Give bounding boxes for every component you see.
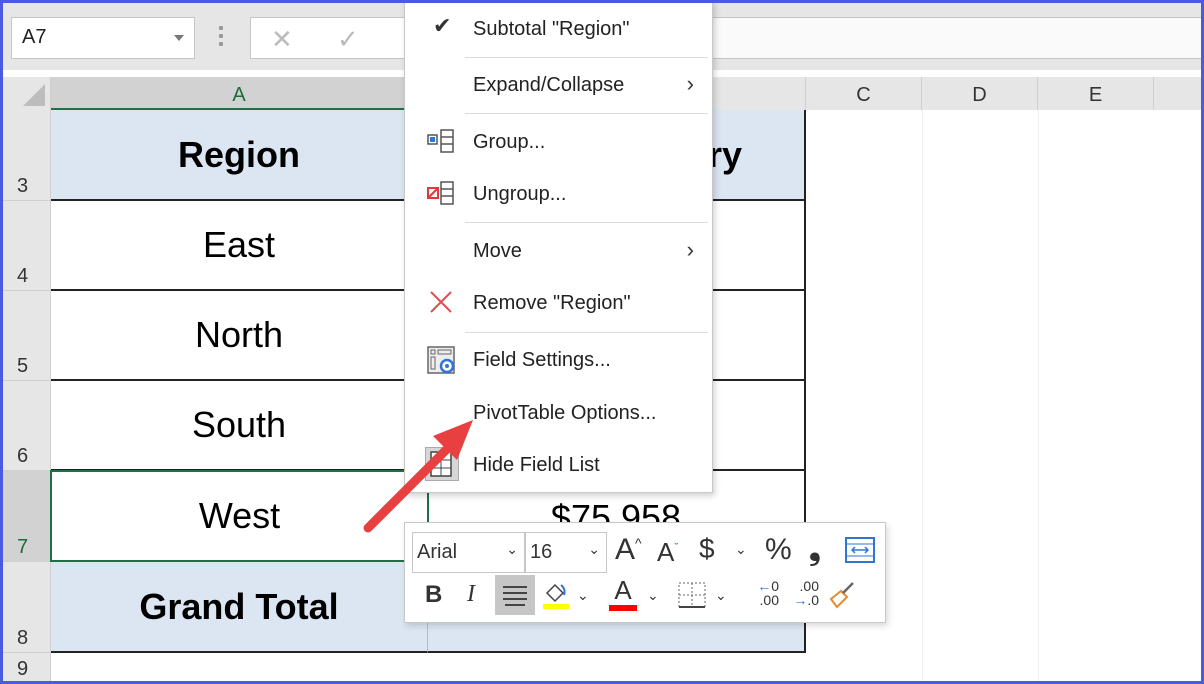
name-box[interactable]: A7: [11, 17, 195, 59]
menu-separator: [465, 332, 708, 333]
borders-button[interactable]: [677, 581, 707, 609]
row-header-6[interactable]: 6: [0, 381, 51, 471]
row-header-4[interactable]: 4: [0, 201, 51, 291]
menu-separator: [465, 222, 708, 223]
chevron-right-icon: ›: [686, 71, 694, 96]
grand-total-label: Grand Total: [139, 585, 339, 627]
remove-icon: [427, 289, 457, 317]
cancel-icon[interactable]: ✕: [271, 24, 293, 55]
bold-button[interactable]: B: [425, 581, 442, 609]
row-header-8[interactable]: 8: [0, 562, 51, 653]
column-header-a[interactable]: A: [51, 77, 428, 110]
row-header-7[interactable]: 7: [0, 471, 51, 562]
currency-button[interactable]: $: [699, 533, 715, 565]
mini-toolbar: Arial ⌄ 16 ⌄ A^ Aˇ $ ⌄ % ❟ B I ⌄ A ⌄ ⌄ ←…: [404, 522, 886, 623]
menu-item-ungroup[interactable]: Ungroup...: [405, 170, 712, 218]
cell-a8[interactable]: Grand Total: [51, 562, 428, 653]
chevron-down-icon: ⌄: [506, 541, 518, 557]
column-header-c[interactable]: C: [806, 77, 922, 110]
menu-item-remove[interactable]: Remove "Region": [405, 279, 712, 327]
group-icon: [427, 128, 457, 156]
row-header-3[interactable]: 3: [0, 110, 51, 201]
gridline: [1038, 110, 1039, 684]
italic-button[interactable]: I: [467, 581, 475, 608]
font-name-select[interactable]: Arial ⌄: [412, 532, 525, 573]
formula-input[interactable]: [712, 17, 1204, 59]
region-west: West: [198, 495, 281, 536]
font-size-select[interactable]: 16 ⌄: [525, 532, 607, 573]
chevron-down-icon[interactable]: ⌄: [715, 587, 727, 604]
cell-a7-selected[interactable]: West: [50, 470, 429, 562]
column-header-f[interactable]: [1154, 77, 1204, 110]
menu-item-group[interactable]: Group...: [405, 118, 712, 166]
menu-item-pivottable-options[interactable]: PivotTable Options...: [405, 389, 712, 437]
region-east: East: [202, 224, 276, 265]
field-settings-icon: [427, 346, 457, 374]
menu-item-move[interactable]: Move ›: [405, 227, 712, 275]
chevron-down-icon[interactable]: ⌄: [577, 587, 589, 604]
column-header-d[interactable]: D: [922, 77, 1038, 110]
region-header: Region: [178, 133, 300, 175]
menu-item-field-settings[interactable]: Field Settings...: [405, 336, 712, 384]
check-icon: ✔: [433, 13, 452, 38]
cell-a5[interactable]: North: [51, 291, 428, 381]
row-header-9[interactable]: 9: [0, 653, 51, 684]
decrease-font-button[interactable]: Aˇ: [657, 537, 678, 568]
increase-decimal-button[interactable]: ←0.00: [745, 579, 779, 613]
region-south: South: [191, 404, 287, 445]
context-menu: ✔ Subtotal "Region" Expand/Collapse › Gr…: [404, 0, 713, 493]
select-all-button[interactable]: [0, 77, 51, 110]
percent-button[interactable]: %: [765, 533, 792, 567]
menu-item-expand-collapse[interactable]: Expand/Collapse ›: [405, 61, 712, 109]
merge-center-icon[interactable]: [845, 537, 875, 563]
region-north: North: [194, 314, 284, 355]
name-box-value: A7: [22, 26, 47, 48]
formula-buttons: ✕ ✓: [250, 17, 410, 59]
cell-a3[interactable]: Region: [51, 110, 428, 201]
chevron-right-icon: ›: [686, 237, 694, 262]
comma-style-button[interactable]: ❟: [809, 533, 821, 567]
field-list-icon: [425, 447, 459, 481]
align-center-button[interactable]: [495, 575, 535, 615]
chevron-down-icon[interactable]: [174, 35, 184, 41]
row-header-5[interactable]: 5: [0, 291, 51, 381]
gridline: [922, 110, 923, 684]
decrease-decimal-button[interactable]: .00 →.0: [785, 579, 819, 613]
menu-separator: [465, 57, 708, 58]
column-header-e[interactable]: E: [1038, 77, 1154, 110]
menu-item-subtotal[interactable]: ✔ Subtotal "Region": [405, 5, 712, 53]
drag-handle-icon[interactable]: [219, 26, 225, 50]
font-color-button[interactable]: A: [607, 575, 639, 611]
cell-a6[interactable]: South: [51, 381, 428, 471]
chevron-down-icon[interactable]: ⌄: [647, 587, 659, 604]
menu-item-hide-field-list[interactable]: Hide Field List: [405, 441, 712, 489]
chevron-down-icon[interactable]: ⌄: [735, 541, 747, 558]
format-painter-icon[interactable]: [827, 579, 857, 611]
chevron-down-icon: ⌄: [588, 541, 600, 557]
increase-font-button[interactable]: A^: [615, 533, 642, 567]
menu-separator: [465, 113, 708, 114]
fill-color-button[interactable]: [541, 579, 571, 611]
ungroup-icon: [427, 180, 457, 208]
value-header: ry: [707, 133, 742, 175]
enter-icon[interactable]: ✓: [337, 24, 359, 55]
cell-a4[interactable]: East: [51, 201, 428, 291]
